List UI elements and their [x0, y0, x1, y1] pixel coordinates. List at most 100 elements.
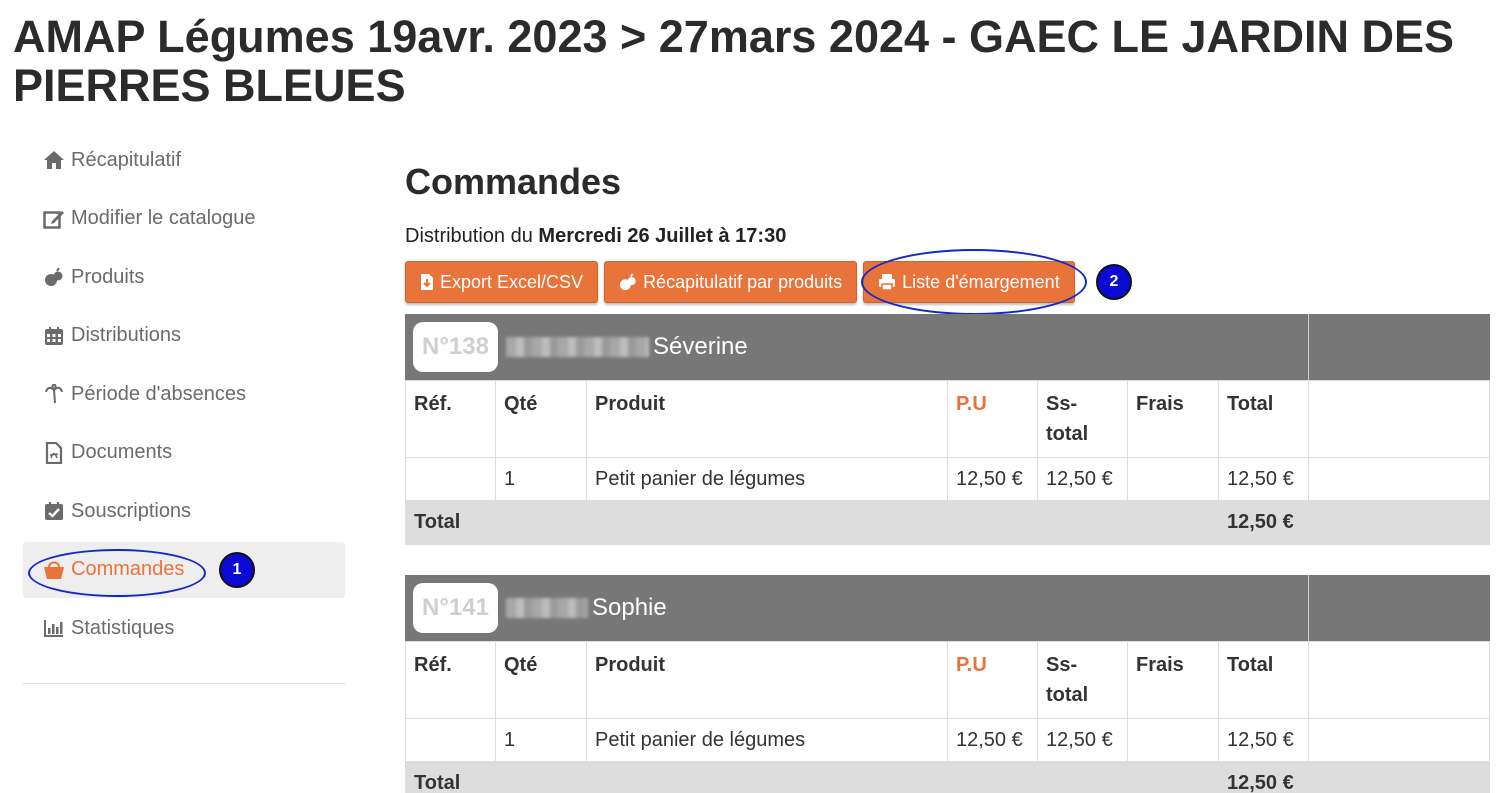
bar-chart-icon [43, 617, 65, 639]
cell-subtotal: 12,50 € [1037, 718, 1128, 762]
sidebar: Récapitulatif Modifier le catalogue Prod… [23, 132, 345, 684]
cell-empty [1308, 718, 1490, 762]
col-fees: Frais [1127, 380, 1219, 458]
sidebar-divider [23, 683, 345, 684]
total-row: Total 12,50 € [405, 500, 1490, 545]
total-row: Total 12,50 € [405, 761, 1490, 793]
cell-ref [405, 457, 496, 501]
cell-product: Petit panier de légumes [586, 718, 948, 762]
redacted-lastname [506, 337, 649, 357]
col-total: Total [1218, 380, 1309, 458]
table-header-row: Réf. Qté Produit P.U Ss-total Frais Tota… [405, 641, 1490, 719]
sidebar-item-produits[interactable]: Produits [23, 249, 345, 305]
cell-qty: 1 [495, 718, 587, 762]
sidebar-item-recapitulatif[interactable]: Récapitulatif [23, 132, 345, 188]
order-table: Réf. Qté Produit P.U Ss-total Frais Tota… [405, 380, 1490, 545]
distribution-prefix: Distribution du [405, 225, 533, 247]
col-product: Produit [586, 380, 948, 458]
col-product: Produit [586, 641, 948, 719]
order-number: N°141 [413, 583, 498, 633]
main-content: Commandes Distribution du Mercredi 26 Ju… [405, 155, 1490, 793]
cell-unit-price: 12,50 € [947, 718, 1038, 762]
cell-empty [1308, 457, 1490, 501]
palm-tree-icon [43, 383, 65, 405]
action-buttons: Export Excel/CSV Récapitulatif par produ… [405, 249, 1490, 315]
recap-products-label: Récapitulatif par produits [643, 271, 843, 292]
sidebar-item-modifier-catalogue[interactable]: Modifier le catalogue [23, 191, 345, 247]
order-header: N°141 Sophie [405, 575, 1490, 641]
order-card: N°138 Séverine Réf. Qté Produit P.U Ss-t… [405, 314, 1490, 545]
cell-empty [1308, 500, 1490, 545]
distribution-info: Distribution du Mercredi 26 Juillet à 17… [405, 225, 1490, 248]
sidebar-item-label: Période d'absences [71, 382, 247, 405]
annotation-badge-2: 2 [1096, 264, 1132, 300]
col-qty: Qté [495, 641, 587, 719]
sidebar-item-commandes[interactable]: Commandes 1 [23, 541, 345, 598]
table-row: 1 Petit panier de légumes 12,50 € 12,50 … [405, 457, 1490, 501]
cell-qty: 1 [495, 457, 587, 501]
page-title: AMAP Légumes 19avr. 2023 > 27mars 2024 -… [13, 11, 1455, 111]
cell-ref [405, 718, 496, 762]
col-subtotal: Ss-total [1037, 641, 1128, 719]
cell-empty [1308, 761, 1490, 793]
total-value: 12,50 € [1218, 500, 1309, 545]
cell-subtotal: 12,50 € [1037, 457, 1128, 501]
produce-icon [619, 273, 637, 291]
col-ref: Réf. [405, 380, 496, 458]
col-fees: Frais [1127, 641, 1219, 719]
total-label: Total [405, 761, 1219, 793]
annotation-ellipse-1 [28, 548, 206, 597]
sidebar-item-label: Distributions [71, 324, 182, 346]
order-table: Réf. Qté Produit P.U Ss-total Frais Tota… [405, 641, 1490, 793]
sidebar-item-label: Modifier le catalogue [71, 207, 256, 229]
order-number: N°138 [413, 322, 498, 372]
cell-fees [1127, 457, 1219, 501]
home-icon [43, 149, 65, 171]
col-empty [1308, 380, 1490, 458]
redacted-lastname [506, 598, 588, 618]
order-header: N°138 Séverine [405, 314, 1490, 380]
sidebar-item-periode-absences[interactable]: Période d'absences [23, 366, 345, 422]
edit-icon [43, 208, 65, 230]
col-unit-price[interactable]: P.U [947, 380, 1038, 458]
col-qty: Qté [495, 380, 587, 458]
table-row: 1 Petit panier de légumes 12,50 € 12,50 … [405, 718, 1490, 762]
cell-product: Petit panier de légumes [586, 457, 948, 501]
total-label: Total [405, 500, 1219, 545]
header-divider [1308, 575, 1309, 641]
col-subtotal: Ss-total [1037, 380, 1128, 458]
recap-products-button[interactable]: Récapitulatif par produits [604, 261, 858, 303]
export-csv-button[interactable]: Export Excel/CSV [405, 261, 599, 303]
produce-icon [43, 266, 65, 288]
distribution-date: Mercredi 26 Juillet à 17:30 [538, 225, 787, 247]
col-empty [1308, 641, 1490, 719]
calendar-check-icon [43, 500, 65, 522]
col-ref: Réf. [405, 641, 496, 719]
table-header-row: Réf. Qté Produit P.U Ss-total Frais Tota… [405, 380, 1490, 458]
calendar-icon [43, 325, 65, 347]
pdf-file-icon [43, 441, 65, 464]
col-unit-price[interactable]: P.U [947, 641, 1038, 719]
header-divider [1308, 314, 1309, 380]
file-download-icon [420, 273, 434, 291]
sidebar-item-distributions[interactable]: Distributions [23, 308, 345, 364]
sidebar-item-statistiques[interactable]: Statistiques [23, 600, 345, 656]
section-title: Commandes [405, 161, 622, 202]
annotation-badge-1: 1 [219, 551, 255, 588]
sidebar-item-label: Statistiques [71, 616, 175, 639]
sidebar-item-label: Produits [71, 265, 145, 288]
cell-total: 12,50 € [1218, 718, 1309, 762]
total-value: 12,50 € [1218, 761, 1309, 793]
annotation-ellipse-2 [861, 249, 1087, 315]
cell-unit-price: 12,50 € [947, 457, 1038, 501]
sidebar-item-souscriptions[interactable]: Souscriptions [23, 483, 345, 539]
sidebar-item-label: Récapitulatif [71, 148, 182, 171]
order-card: N°141 Sophie Réf. Qté Produit P.U Ss-tot… [405, 575, 1490, 793]
export-csv-label: Export Excel/CSV [440, 271, 584, 292]
sidebar-item-label: Souscriptions [71, 499, 192, 522]
cell-fees [1127, 718, 1219, 762]
sidebar-item-documents[interactable]: Documents [23, 425, 345, 481]
member-name: Séverine [653, 333, 748, 360]
col-total: Total [1218, 641, 1309, 719]
sidebar-item-label: Documents [71, 441, 173, 463]
